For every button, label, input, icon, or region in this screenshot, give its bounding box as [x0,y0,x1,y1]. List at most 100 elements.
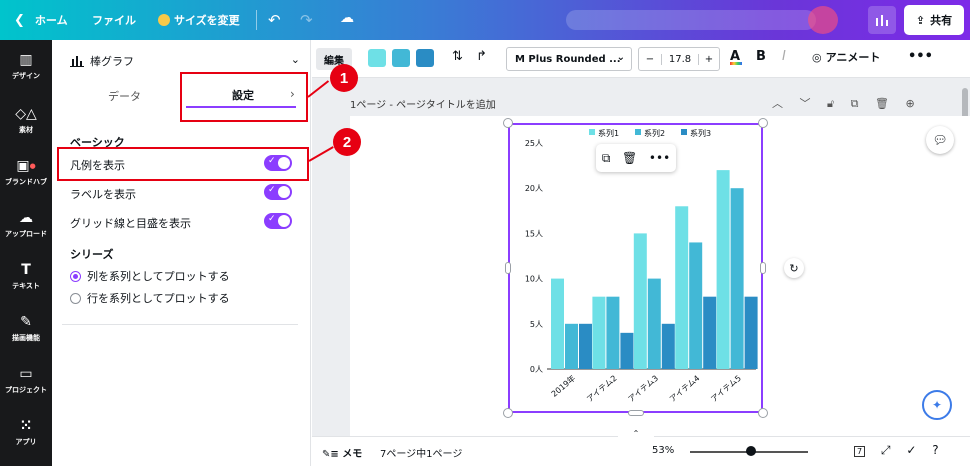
canvas-area: 編集 ⇅ ↱ M Plus Rounded ... ⌄ − 17.8 + A B… [312,40,970,466]
top-bar: ❮ ホーム ファイル サイズを変更 ↶ ↷ ☁ ⇪ 共有 [0,0,970,40]
callout-box-legend-toggle [57,147,309,181]
toggle-knob [278,215,290,227]
color-swatch-2[interactable] [392,49,410,67]
animate-icon: ◎ [812,50,822,64]
rail-item-projects[interactable]: ▭ プロジェクト [0,366,52,395]
context-toolbar: 編集 ⇅ ↱ M Plus Rounded ... ⌄ − 17.8 + A B… [312,40,970,78]
bold-button[interactable]: B [756,49,766,64]
italic-button[interactable]: I [782,49,786,64]
magic-sparkle-icon[interactable]: ✦ [922,390,952,420]
toggle-row-grid: グリッド線と目盛を表示 ✓ [70,213,292,231]
share-label: 共有 [930,14,953,27]
draw-icon: ✎ [20,314,32,330]
radio-row-rows[interactable]: 行を系列としてプロットする [70,290,292,306]
resize-handle[interactable] [505,262,511,274]
share-button[interactable]: ⇪ 共有 [904,5,964,35]
comment-icon[interactable]: 💬︎ [926,126,954,154]
color-swatch-1[interactable] [368,49,386,67]
notes-label: メモ [342,449,363,460]
chevron-up-icon[interactable]: ⌃ [618,429,654,439]
rail-item-upload[interactable]: ☁ アップロード [0,210,52,239]
chevron-up-icon[interactable]: ︿ [772,95,783,111]
more-icon[interactable]: ••• [649,151,670,165]
trash-icon[interactable]: 🗑︎ [622,151,637,165]
trash-icon[interactable]: 🗑︎ [875,97,889,110]
file-menu-button[interactable]: ファイル [92,0,136,40]
lock-icon[interactable]: 🔓︎ [827,97,834,111]
element-floating-toolbar: ⧉ 🗑︎ ••• [596,144,676,172]
rail-label: ブランドハブ [5,178,47,186]
resize-handle[interactable] [758,118,768,128]
resize-handle[interactable] [760,262,766,274]
cloud-save-icon[interactable]: ☁ [340,10,354,26]
rail-label: 素材 [19,126,33,134]
rail-item-brand[interactable]: ▣● ブランドハブ [0,158,52,187]
help-icon[interactable]: ? [932,443,938,457]
rail-item-draw[interactable]: ✎ 描画機能 [0,314,52,343]
analytics-button[interactable] [868,6,896,34]
corner-icon[interactable]: ↱ [476,49,487,64]
radio-row-columns[interactable]: 列を系列としてプロットする [70,268,292,284]
radio-button[interactable] [70,292,81,304]
rail-item-elements[interactable]: ◇△ 素材 [0,106,52,135]
add-page-icon[interactable]: ⊕ [905,97,914,110]
redo-icon[interactable]: ↷ [300,11,313,29]
pages-grid-icon[interactable]: 7 [854,446,866,457]
rail-item-apps[interactable]: ⁙ アプリ [0,418,52,447]
animate-button[interactable]: ◎ アニメート [812,49,880,65]
rail-label: デザイン [12,72,40,80]
rail-label: アプリ [15,438,37,446]
check-circle-icon[interactable]: ✓ [906,443,916,457]
share-icon: ⇪ [915,13,926,27]
resize-handle[interactable] [503,408,513,418]
duplicate-icon[interactable]: ⧉ [851,97,859,111]
zoom-slider-thumb[interactable] [746,446,756,456]
callout-badge-1: 1 [330,64,358,92]
section-series-heading: シリーズ [70,248,114,261]
page-title[interactable]: 1ページ - ページタイトルを追加 [350,96,496,111]
resize-button[interactable]: サイズを変更 [158,0,240,40]
grid-toggle[interactable]: ✓ [264,213,292,229]
font-size-input[interactable]: 17.8 [661,53,699,65]
increase-size-button[interactable]: + [699,54,719,65]
resize-handle[interactable] [503,118,513,128]
notes-icon: ✎≡ [322,449,343,460]
more-options-button[interactable]: ••• [908,49,933,64]
fullscreen-icon[interactable]: ⤢ [881,443,891,458]
duplicate-icon[interactable]: ⧉ [602,151,611,166]
resize-label: サイズを変更 [174,14,240,27]
undo-icon[interactable]: ↶ [268,11,281,29]
decrease-size-button[interactable]: − [639,54,661,65]
check-icon: ✓ [268,214,276,224]
zoom-level: 53% [652,445,675,456]
chevron-down-icon[interactable]: ﹀ [800,95,811,111]
chart-type-selector[interactable]: 棒グラフ ⌄ [70,51,300,71]
page-controls: ︿ ﹀ 🔓︎ ⧉ 🗑︎ ⊕ [772,95,928,111]
font-name: M Plus Rounded ... [515,53,621,65]
apps-icon: ⁙ [20,418,32,434]
divider [62,324,298,325]
callout-badge-2: 2 [333,128,361,156]
home-label: ホーム [34,14,68,27]
left-rail: ▥ デザイン ◇△ 素材 ▣● ブランドハブ ☁ アップロード T テキスト ✎ 描画機能 … [0,40,52,466]
bar-chart-icon [70,56,84,67]
resize-handle[interactable] [758,408,768,418]
text-color-icon[interactable]: A [730,49,742,65]
spacing-icon[interactable]: ⇅ [452,49,463,64]
page-counter: 7ページ中1ページ [380,449,463,460]
rail-item-text[interactable]: T テキスト [0,262,52,291]
rail-item-design[interactable]: ▥ デザイン [0,52,52,81]
brand-icon: ▣● [16,158,36,174]
rotate-icon[interactable]: ↻ [784,258,804,278]
notes-button[interactable]: ✎≡ メモ [322,445,362,460]
bottom-icons: 7 ⤢ ✓ ? [854,443,951,458]
tab-data[interactable]: データ [108,88,141,104]
layout-icon: ▥ [19,52,33,68]
radio-button[interactable] [70,270,81,282]
rail-label: プロジェクト [5,386,47,394]
color-swatch-3[interactable] [416,49,434,67]
font-selector[interactable]: M Plus Rounded ... ⌄ [506,47,632,71]
labels-toggle[interactable]: ✓ [264,184,292,200]
resize-handle[interactable] [628,410,644,416]
home-button[interactable]: ❮ ホーム [14,0,68,40]
